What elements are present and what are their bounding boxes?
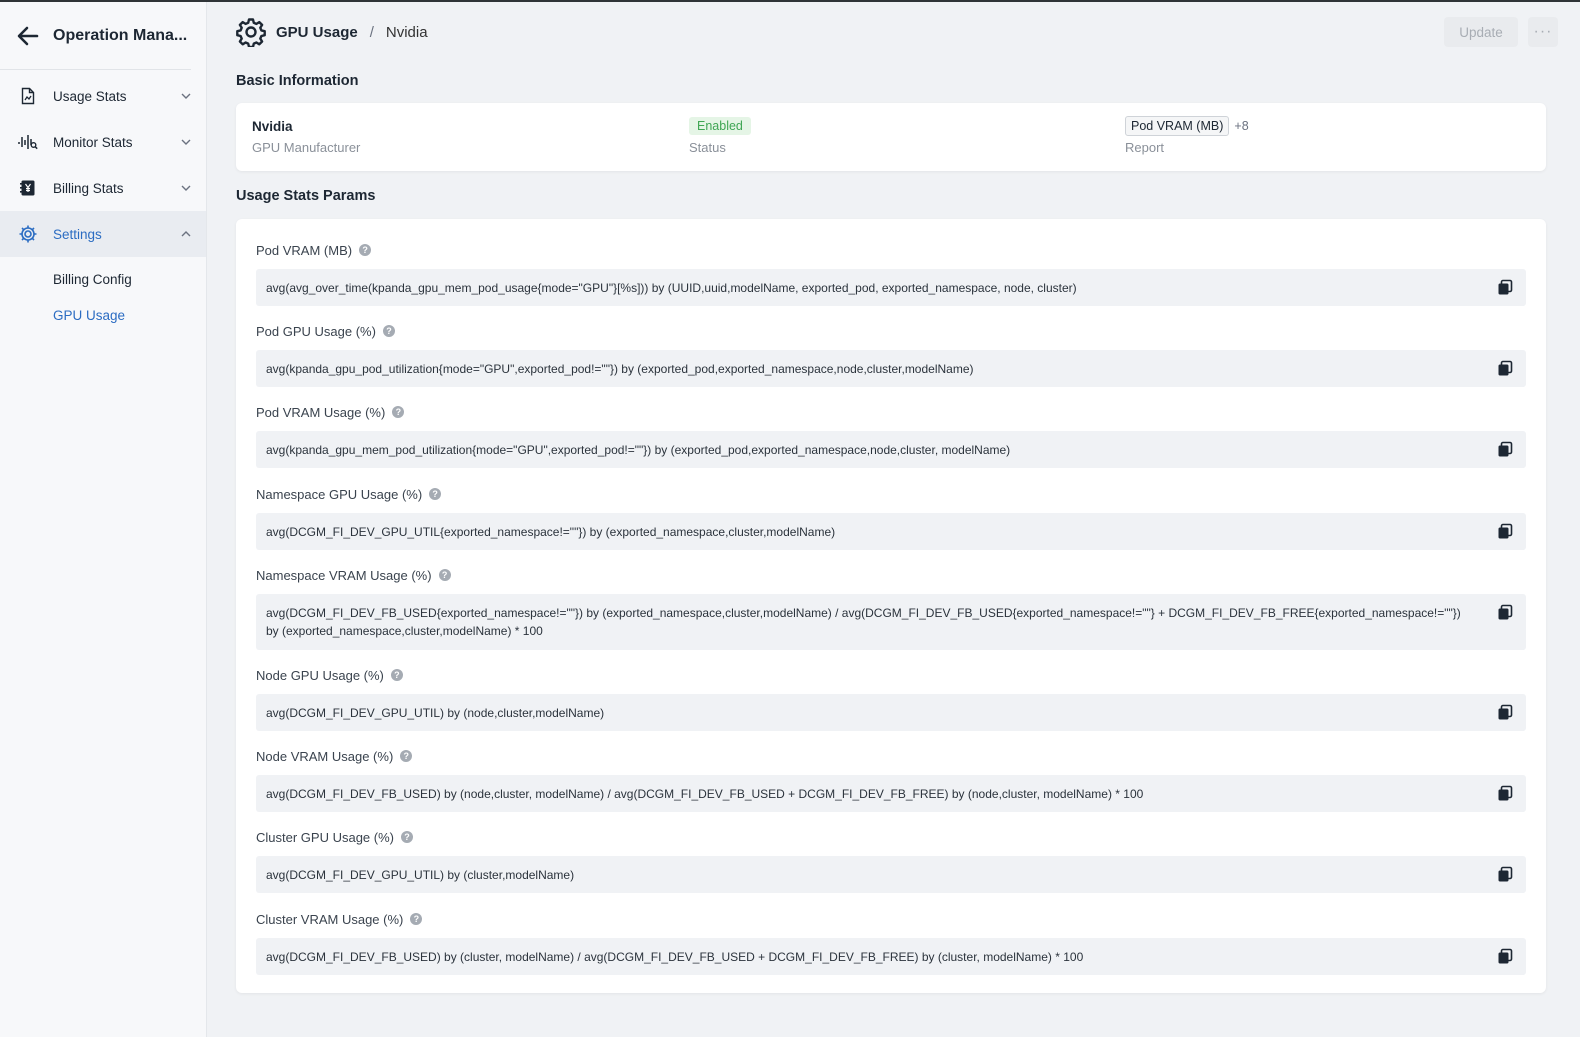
- copy-icon[interactable]: [1497, 948, 1513, 964]
- basic-info-title: Basic Information: [236, 73, 359, 89]
- billing-yen-icon: [18, 178, 38, 198]
- param-item: Namespace GPU Usage (%)? avg(DCGM_FI_DEV…: [256, 485, 1526, 550]
- report-more-count[interactable]: +8: [1234, 119, 1248, 133]
- param-item: Pod GPU Usage (%)? avg(kpanda_gpu_pod_ut…: [256, 322, 1526, 387]
- param-label: Namespace GPU Usage (%): [256, 486, 423, 502]
- usage-params-title: Usage Stats Params: [236, 188, 376, 204]
- sidebar-subitem-billing-config[interactable]: Billing Config: [0, 261, 206, 297]
- help-icon[interactable]: ?: [382, 325, 395, 337]
- param-value: avg(DCGM_FI_DEV_FB_USED) by (cluster, mo…: [266, 949, 1084, 964]
- param-value: avg(kpanda_gpu_mem_pod_utilization{mode=…: [266, 442, 1011, 457]
- param-value: avg(DCGM_FI_DEV_GPU_UTIL) by (cluster,mo…: [266, 867, 575, 882]
- monitor-waveform-icon: [18, 132, 38, 152]
- param-label: Node VRAM Usage (%): [256, 748, 394, 764]
- param-label: Cluster GPU Usage (%): [256, 829, 394, 845]
- help-icon[interactable]: ?: [438, 569, 451, 581]
- help-icon[interactable]: ?: [410, 913, 423, 925]
- copy-icon[interactable]: [1497, 704, 1513, 720]
- help-icon[interactable]: ?: [400, 831, 413, 843]
- sidebar-item-settings[interactable]: Settings: [0, 211, 206, 257]
- param-value: avg(kpanda_gpu_pod_utilization{mode="GPU…: [266, 361, 974, 376]
- sidebar: Operation Mana... Usage Stats Monitor St…: [0, 2, 207, 1037]
- chevron-down-icon: [180, 136, 192, 148]
- copy-icon[interactable]: [1497, 866, 1513, 882]
- help-icon[interactable]: ?: [429, 488, 442, 500]
- report-tag: Pod VRAM (MB): [1125, 116, 1230, 136]
- help-icon[interactable]: ?: [359, 244, 372, 256]
- param-item: Node VRAM Usage (%)? avg(DCGM_FI_DEV_FB_…: [256, 747, 1526, 812]
- param-label: Cluster VRAM Usage (%): [256, 911, 404, 927]
- chevron-down-icon: [180, 182, 192, 194]
- help-icon[interactable]: ?: [400, 750, 413, 762]
- main-content: GPU Usage / Nvidia Update ··· Basic Info…: [207, 2, 1580, 1037]
- param-label: Pod VRAM (MB): [256, 242, 353, 258]
- param-label: Node GPU Usage (%): [256, 667, 384, 683]
- gear-icon: [236, 18, 266, 47]
- param-value: avg(DCGM_FI_DEV_FB_USED) by (node,cluste…: [266, 786, 1144, 801]
- status-field: Enabled Status: [689, 116, 751, 155]
- update-button[interactable]: Update: [1444, 17, 1518, 47]
- param-value: avg(DCGM_FI_DEV_FB_USED{exported_namespa…: [266, 606, 1461, 638]
- sidebar-item-label: Billing Stats: [53, 180, 124, 196]
- copy-icon[interactable]: [1497, 785, 1513, 801]
- status-badge: Enabled: [689, 117, 751, 135]
- param-label: Pod GPU Usage (%): [256, 323, 376, 339]
- breadcrumb: GPU Usage / Nvidia: [236, 16, 428, 48]
- copy-icon[interactable]: [1497, 441, 1513, 457]
- more-options-button[interactable]: ···: [1528, 17, 1558, 47]
- sidebar-item-label: Monitor Stats: [53, 134, 133, 150]
- report-label: Report: [1125, 140, 1165, 155]
- status-label: Status: [689, 140, 726, 155]
- app-title: Operation Mana...: [53, 26, 188, 44]
- chevron-up-icon: [180, 228, 192, 240]
- report-field: Pod VRAM (MB) +8 Report: [1125, 116, 1249, 155]
- param-value: avg(DCGM_FI_DEV_GPU_UTIL{exported_namesp…: [266, 524, 836, 539]
- copy-icon[interactable]: [1497, 279, 1513, 295]
- help-icon[interactable]: ?: [392, 406, 405, 418]
- sidebar-item-monitor-stats[interactable]: Monitor Stats: [0, 119, 206, 165]
- param-item: Cluster VRAM Usage (%)? avg(DCGM_FI_DEV_…: [256, 910, 1526, 975]
- sidebar-item-billing-stats[interactable]: Billing Stats: [0, 165, 206, 211]
- manufacturer-value: Nvidia: [252, 118, 293, 134]
- copy-icon[interactable]: [1497, 604, 1513, 620]
- help-icon[interactable]: ?: [390, 669, 403, 681]
- copy-icon[interactable]: [1497, 360, 1513, 376]
- copy-icon[interactable]: [1497, 523, 1513, 539]
- breadcrumb-current-page: Nvidia: [385, 23, 428, 41]
- manufacturer-label: GPU Manufacturer: [252, 140, 361, 155]
- back-arrow-icon[interactable]: [16, 24, 40, 48]
- manufacturer-field: Nvidia GPU Manufacturer: [252, 116, 361, 156]
- basic-info-card: Nvidia GPU Manufacturer Enabled Status P…: [236, 103, 1546, 171]
- param-value: avg(avg_over_time(kpanda_gpu_mem_pod_usa…: [266, 280, 1077, 295]
- usage-params-card: Pod VRAM (MB)? avg(avg_over_time(kpanda_…: [236, 219, 1546, 993]
- param-label: Pod VRAM Usage (%): [256, 404, 386, 420]
- chevron-down-icon: [180, 90, 192, 102]
- param-item: Namespace VRAM Usage (%)? avg(DCGM_FI_DE…: [256, 566, 1526, 650]
- param-item: Pod VRAM (MB)? avg(avg_over_time(kpanda_…: [256, 241, 1526, 306]
- sidebar-item-label: Settings: [53, 226, 102, 242]
- breadcrumb-current-section[interactable]: GPU Usage: [276, 24, 358, 41]
- sidebar-item-usage-stats[interactable]: Usage Stats: [0, 73, 206, 119]
- ellipsis-icon: ···: [1533, 23, 1553, 40]
- sidebar-subitem-gpu-usage[interactable]: GPU Usage: [0, 297, 206, 333]
- param-label: Namespace VRAM Usage (%): [256, 567, 432, 583]
- breadcrumb-separator: /: [369, 23, 374, 41]
- sidebar-item-label: Usage Stats: [53, 88, 127, 104]
- document-chart-icon: [18, 86, 38, 106]
- param-item: Pod VRAM Usage (%)? avg(kpanda_gpu_mem_p…: [256, 403, 1526, 468]
- param-value: avg(DCGM_FI_DEV_GPU_UTIL) by (node,clust…: [266, 705, 605, 720]
- gear-icon: [18, 224, 38, 244]
- param-item: Cluster GPU Usage (%)? avg(DCGM_FI_DEV_G…: [256, 828, 1526, 893]
- param-item: Node GPU Usage (%)? avg(DCGM_FI_DEV_GPU_…: [256, 666, 1526, 731]
- sidebar-header: Operation Mana...: [0, 2, 191, 70]
